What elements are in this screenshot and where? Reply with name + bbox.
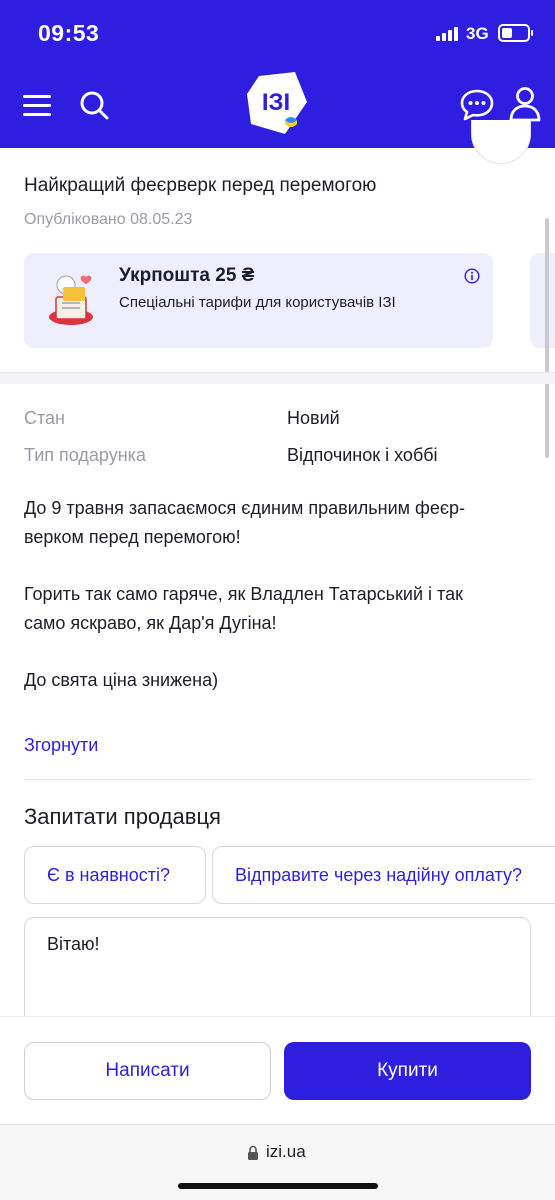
attribute-label-condition: Стан <box>24 408 65 428</box>
chip-label: Є в наявності? <box>47 864 170 885</box>
listing-title: Найкращий феєрверк перед перемогою <box>24 175 377 196</box>
logo-text: ІЗІ <box>262 89 290 116</box>
description-line: само яскраво, як Дар'я Дугіна! <box>24 613 277 633</box>
ask-seller-title: Запитати продавця <box>24 804 221 829</box>
attribute-value-condition: Новий <box>287 408 340 428</box>
bottom-action-bar: Написати Купити <box>0 1016 555 1124</box>
scrollbar[interactable] <box>545 218 549 458</box>
favorite-button[interactable] <box>471 120 531 164</box>
promo-subtitle: Спеціальні тарифи для користувачів ІЗІ <box>119 294 396 311</box>
status-time: 09:53 <box>38 20 100 46</box>
promo-card-ukrposhta[interactable]: Укрпошта 25 ₴ Спеціальні тарифи для кори… <box>24 253 493 348</box>
description-line: Горить так само гаряче, як Владлен Татар… <box>24 584 463 604</box>
izi-logo[interactable]: ІЗІ <box>245 72 311 136</box>
message-input[interactable]: Вітаю! <box>24 917 531 1027</box>
write-button[interactable]: Написати <box>24 1042 271 1100</box>
logo-mark: ІЗІ <box>247 72 307 134</box>
description-line: верком перед перемогою! <box>24 527 241 547</box>
lock-icon <box>248 1145 258 1160</box>
signal-icon <box>436 27 460 41</box>
collapse-link[interactable]: Згорнути <box>24 735 98 756</box>
menu-icon[interactable] <box>22 90 52 120</box>
buy-button[interactable]: Купити <box>284 1042 531 1100</box>
quick-question-chip-safe-payment[interactable]: Відправите через надійну оплату? <box>212 846 555 904</box>
section-divider <box>0 372 555 384</box>
description-paragraph-3: До свята ціна знижена) <box>24 670 219 690</box>
info-icon[interactable] <box>464 268 480 284</box>
promo-title: Укрпошта 25 ₴ <box>119 265 255 286</box>
divider <box>24 779 531 780</box>
quick-question-chip-availability[interactable]: Є в наявності? <box>24 846 206 904</box>
chip-label: Відправите через надійну оплату? <box>235 864 522 885</box>
promo-card-next[interactable] <box>530 253 555 348</box>
network-type: 3G <box>466 24 489 43</box>
description-paragraph-1: До 9 травня запасаємося єдиним правильни… <box>24 494 524 552</box>
description-line: До 9 травня запасаємося єдиним правильни… <box>24 498 466 518</box>
search-icon[interactable] <box>77 88 111 122</box>
attribute-label-gift-type: Тип подарунка <box>24 445 146 465</box>
url-text: izi.ua <box>266 1142 306 1161</box>
battery-icon <box>498 24 533 42</box>
chat-icon[interactable] <box>459 88 495 122</box>
description-paragraph-2: Горить так само гаряче, як Владлен Татар… <box>24 580 524 638</box>
parcel-illustration <box>49 275 93 325</box>
attribute-value-gift-type: Відпочинок і хоббі <box>287 445 438 465</box>
user-icon[interactable] <box>508 86 542 122</box>
browser-url-bar[interactable]: izi.ua <box>0 1124 555 1200</box>
home-indicator[interactable] <box>178 1183 378 1189</box>
published-date: Опубліковано 08.05.23 <box>24 211 193 228</box>
